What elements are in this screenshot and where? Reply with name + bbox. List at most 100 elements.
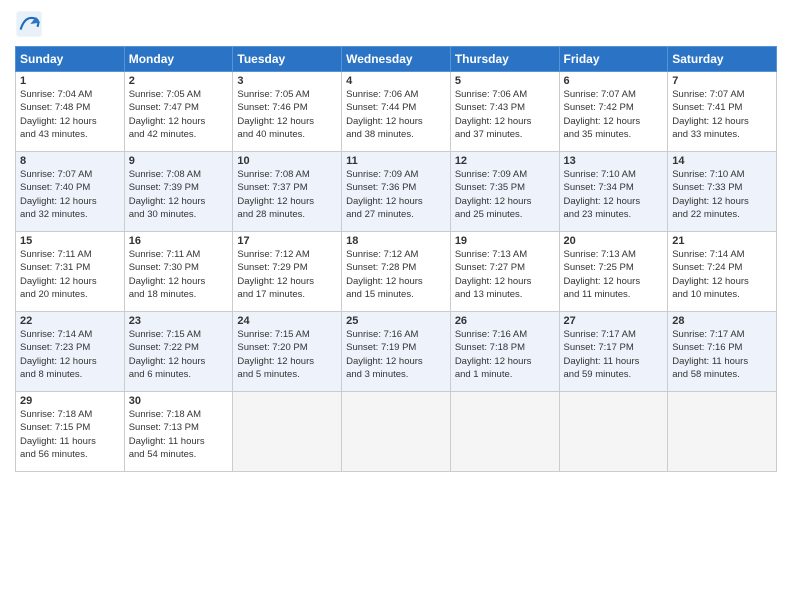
weekday-header-tuesday: Tuesday [233,47,342,72]
day-number: 8 [20,155,120,167]
calendar-header: SundayMondayTuesdayWednesdayThursdayFrid… [16,47,777,72]
day-info: Sunrise: 7:10 AM Sunset: 7:34 PM Dayligh… [564,168,664,221]
day-number: 17 [237,235,337,247]
day-info: Sunrise: 7:14 AM Sunset: 7:24 PM Dayligh… [672,248,772,301]
day-number: 4 [346,75,446,87]
calendar-day-cell: 11Sunrise: 7:09 AM Sunset: 7:36 PM Dayli… [342,152,451,232]
day-info: Sunrise: 7:04 AM Sunset: 7:48 PM Dayligh… [20,88,120,141]
day-number: 10 [237,155,337,167]
weekday-header-sunday: Sunday [16,47,125,72]
calendar-day-cell: 29Sunrise: 7:18 AM Sunset: 7:15 PM Dayli… [16,392,125,472]
calendar-day-cell: 21Sunrise: 7:14 AM Sunset: 7:24 PM Dayli… [668,232,777,312]
calendar-day-cell: 28Sunrise: 7:17 AM Sunset: 7:16 PM Dayli… [668,312,777,392]
calendar-day-cell [342,392,451,472]
weekday-header-friday: Friday [559,47,668,72]
logo [15,10,45,38]
calendar-day-cell: 18Sunrise: 7:12 AM Sunset: 7:28 PM Dayli… [342,232,451,312]
weekday-header-row: SundayMondayTuesdayWednesdayThursdayFrid… [16,47,777,72]
calendar-day-cell: 25Sunrise: 7:16 AM Sunset: 7:19 PM Dayli… [342,312,451,392]
calendar-day-cell: 22Sunrise: 7:14 AM Sunset: 7:23 PM Dayli… [16,312,125,392]
calendar-day-cell: 5Sunrise: 7:06 AM Sunset: 7:43 PM Daylig… [450,72,559,152]
day-info: Sunrise: 7:13 AM Sunset: 7:27 PM Dayligh… [455,248,555,301]
day-info: Sunrise: 7:15 AM Sunset: 7:20 PM Dayligh… [237,328,337,381]
day-number: 19 [455,235,555,247]
day-info: Sunrise: 7:13 AM Sunset: 7:25 PM Dayligh… [564,248,664,301]
day-number: 16 [129,235,229,247]
day-number: 15 [20,235,120,247]
calendar-day-cell: 16Sunrise: 7:11 AM Sunset: 7:30 PM Dayli… [124,232,233,312]
calendar-table: SundayMondayTuesdayWednesdayThursdayFrid… [15,46,777,472]
day-number: 28 [672,315,772,327]
day-number: 11 [346,155,446,167]
weekday-header-monday: Monday [124,47,233,72]
calendar-day-cell: 14Sunrise: 7:10 AM Sunset: 7:33 PM Dayli… [668,152,777,232]
day-number: 18 [346,235,446,247]
day-info: Sunrise: 7:09 AM Sunset: 7:35 PM Dayligh… [455,168,555,221]
day-info: Sunrise: 7:17 AM Sunset: 7:17 PM Dayligh… [564,328,664,381]
page: SundayMondayTuesdayWednesdayThursdayFrid… [0,0,792,612]
calendar-day-cell: 12Sunrise: 7:09 AM Sunset: 7:35 PM Dayli… [450,152,559,232]
calendar-week-row: 8Sunrise: 7:07 AM Sunset: 7:40 PM Daylig… [16,152,777,232]
day-number: 30 [129,395,229,407]
header [15,10,777,38]
weekday-header-wednesday: Wednesday [342,47,451,72]
day-number: 23 [129,315,229,327]
calendar-day-cell: 1Sunrise: 7:04 AM Sunset: 7:48 PM Daylig… [16,72,125,152]
calendar-day-cell: 2Sunrise: 7:05 AM Sunset: 7:47 PM Daylig… [124,72,233,152]
calendar-day-cell [668,392,777,472]
calendar-day-cell: 13Sunrise: 7:10 AM Sunset: 7:34 PM Dayli… [559,152,668,232]
day-number: 26 [455,315,555,327]
calendar-day-cell: 4Sunrise: 7:06 AM Sunset: 7:44 PM Daylig… [342,72,451,152]
day-info: Sunrise: 7:05 AM Sunset: 7:46 PM Dayligh… [237,88,337,141]
day-info: Sunrise: 7:07 AM Sunset: 7:41 PM Dayligh… [672,88,772,141]
day-number: 9 [129,155,229,167]
calendar-day-cell: 15Sunrise: 7:11 AM Sunset: 7:31 PM Dayli… [16,232,125,312]
calendar-day-cell: 27Sunrise: 7:17 AM Sunset: 7:17 PM Dayli… [559,312,668,392]
calendar-week-row: 1Sunrise: 7:04 AM Sunset: 7:48 PM Daylig… [16,72,777,152]
calendar-day-cell: 7Sunrise: 7:07 AM Sunset: 7:41 PM Daylig… [668,72,777,152]
calendar-week-row: 29Sunrise: 7:18 AM Sunset: 7:15 PM Dayli… [16,392,777,472]
calendar-week-row: 22Sunrise: 7:14 AM Sunset: 7:23 PM Dayli… [16,312,777,392]
day-number: 22 [20,315,120,327]
day-info: Sunrise: 7:11 AM Sunset: 7:31 PM Dayligh… [20,248,120,301]
calendar-day-cell: 9Sunrise: 7:08 AM Sunset: 7:39 PM Daylig… [124,152,233,232]
day-number: 14 [672,155,772,167]
day-info: Sunrise: 7:07 AM Sunset: 7:42 PM Dayligh… [564,88,664,141]
day-info: Sunrise: 7:18 AM Sunset: 7:15 PM Dayligh… [20,408,120,461]
day-number: 29 [20,395,120,407]
day-number: 12 [455,155,555,167]
day-info: Sunrise: 7:08 AM Sunset: 7:39 PM Dayligh… [129,168,229,221]
day-number: 6 [564,75,664,87]
calendar-day-cell [559,392,668,472]
day-info: Sunrise: 7:15 AM Sunset: 7:22 PM Dayligh… [129,328,229,381]
day-info: Sunrise: 7:10 AM Sunset: 7:33 PM Dayligh… [672,168,772,221]
calendar-day-cell: 30Sunrise: 7:18 AM Sunset: 7:13 PM Dayli… [124,392,233,472]
day-info: Sunrise: 7:12 AM Sunset: 7:29 PM Dayligh… [237,248,337,301]
day-info: Sunrise: 7:18 AM Sunset: 7:13 PM Dayligh… [129,408,229,461]
day-info: Sunrise: 7:17 AM Sunset: 7:16 PM Dayligh… [672,328,772,381]
day-number: 27 [564,315,664,327]
calendar-day-cell [233,392,342,472]
day-info: Sunrise: 7:09 AM Sunset: 7:36 PM Dayligh… [346,168,446,221]
calendar-day-cell: 26Sunrise: 7:16 AM Sunset: 7:18 PM Dayli… [450,312,559,392]
day-info: Sunrise: 7:16 AM Sunset: 7:19 PM Dayligh… [346,328,446,381]
calendar-day-cell: 24Sunrise: 7:15 AM Sunset: 7:20 PM Dayli… [233,312,342,392]
calendar-body: 1Sunrise: 7:04 AM Sunset: 7:48 PM Daylig… [16,72,777,472]
weekday-header-thursday: Thursday [450,47,559,72]
day-info: Sunrise: 7:06 AM Sunset: 7:44 PM Dayligh… [346,88,446,141]
day-info: Sunrise: 7:11 AM Sunset: 7:30 PM Dayligh… [129,248,229,301]
calendar-day-cell [450,392,559,472]
calendar-day-cell: 8Sunrise: 7:07 AM Sunset: 7:40 PM Daylig… [16,152,125,232]
day-info: Sunrise: 7:07 AM Sunset: 7:40 PM Dayligh… [20,168,120,221]
calendar-day-cell: 17Sunrise: 7:12 AM Sunset: 7:29 PM Dayli… [233,232,342,312]
day-info: Sunrise: 7:16 AM Sunset: 7:18 PM Dayligh… [455,328,555,381]
day-number: 13 [564,155,664,167]
day-info: Sunrise: 7:12 AM Sunset: 7:28 PM Dayligh… [346,248,446,301]
day-info: Sunrise: 7:08 AM Sunset: 7:37 PM Dayligh… [237,168,337,221]
day-number: 25 [346,315,446,327]
day-number: 21 [672,235,772,247]
day-info: Sunrise: 7:14 AM Sunset: 7:23 PM Dayligh… [20,328,120,381]
day-number: 7 [672,75,772,87]
logo-icon [15,10,43,38]
weekday-header-saturday: Saturday [668,47,777,72]
